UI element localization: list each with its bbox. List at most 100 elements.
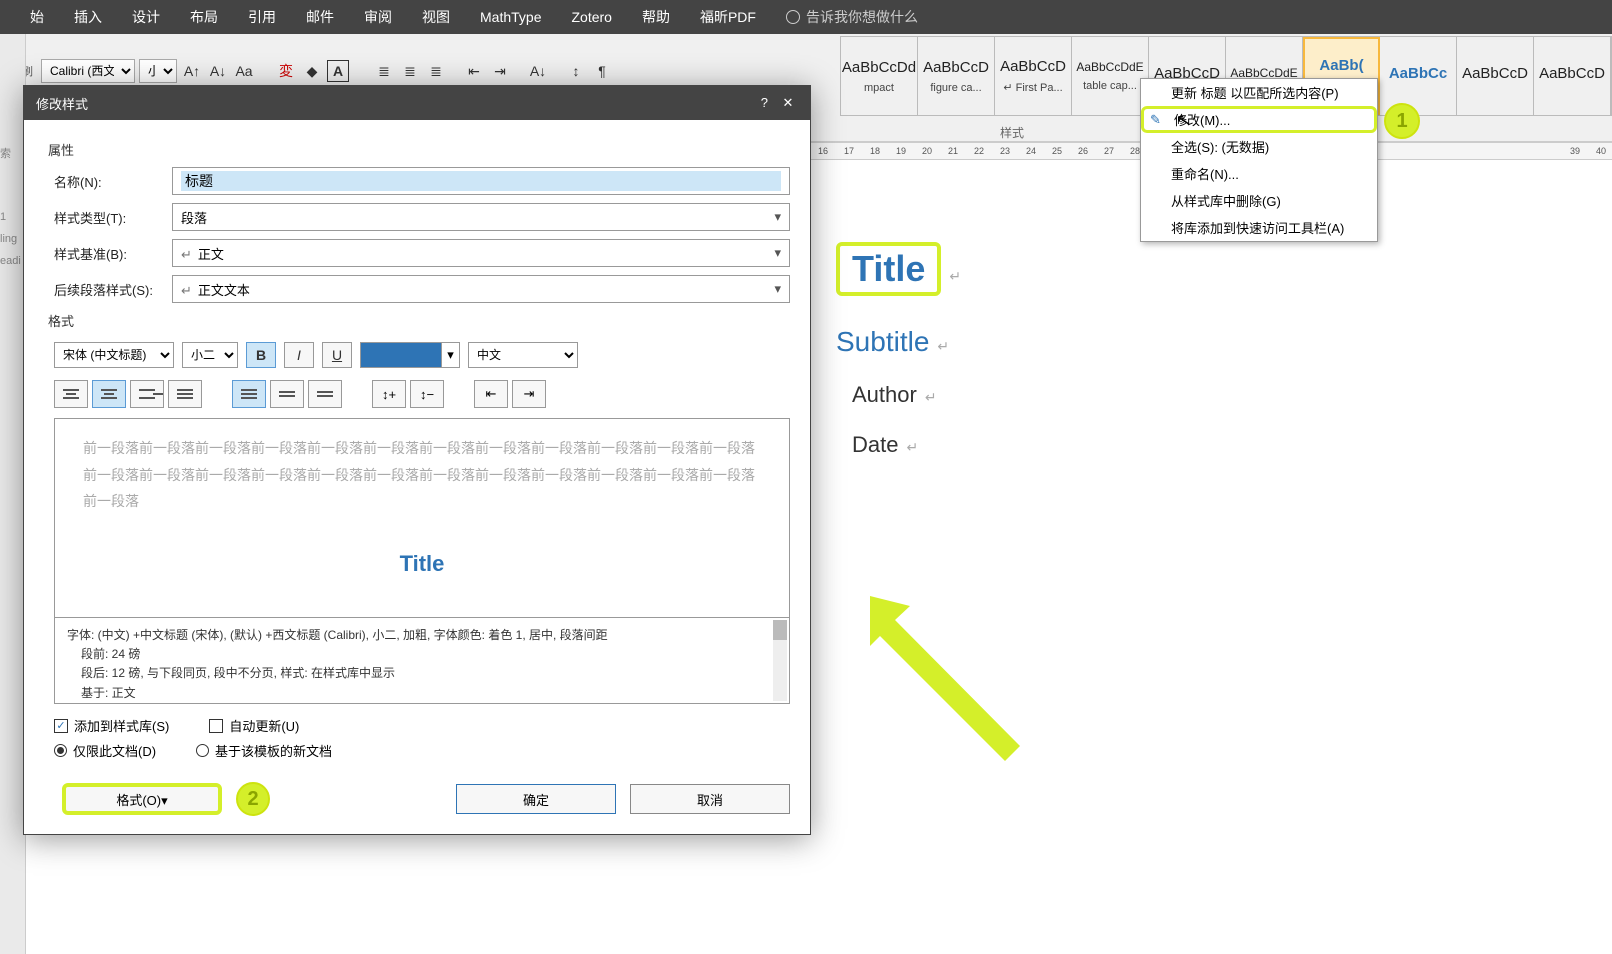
annotation-badge-2: 2: [236, 782, 270, 816]
preview-title-text: Title: [83, 543, 761, 585]
tab-zotero[interactable]: Zotero: [571, 9, 611, 25]
add-to-gallery-checkbox[interactable]: ✓添加到样式库(S): [54, 716, 169, 735]
italic-button[interactable]: I: [284, 342, 314, 368]
underline-button[interactable]: U: [322, 342, 352, 368]
chevron-down-icon: ▾: [441, 343, 459, 367]
dlg-font-name-select[interactable]: 宋体 (中文标题): [54, 342, 174, 368]
preview-prev-text: 前一段落前一段落前一段落前一段落前一段落前一段落前一段落前一段落前一段落前一段落…: [83, 435, 761, 515]
shrink-font-icon[interactable]: A↓: [207, 60, 229, 82]
style-item[interactable]: AaBbCcDfigure ca...: [918, 37, 995, 115]
only-this-doc-radio[interactable]: 仅限此文档(D): [54, 741, 156, 760]
tab-references[interactable]: 引用: [248, 7, 276, 27]
tab-start[interactable]: 始: [30, 7, 44, 27]
name-label: 名称(N):: [54, 172, 172, 191]
change-case-icon[interactable]: Aa: [233, 60, 255, 82]
multilevel-icon[interactable]: ≣: [425, 60, 447, 82]
name-field[interactable]: [172, 167, 790, 195]
style-type-select[interactable]: 段落▾: [172, 203, 790, 231]
tab-insert[interactable]: 插入: [74, 7, 102, 27]
props-section-label: 属性: [48, 140, 790, 159]
ctx-select-all[interactable]: 全选(S): (无数据): [1141, 133, 1377, 160]
numbering-icon[interactable]: ≣: [399, 60, 421, 82]
style-item[interactable]: AaBbCcD↵ First Pa...: [995, 37, 1072, 115]
indent-group: ⇤ ⇥: [474, 380, 546, 408]
ctx-rename[interactable]: 重命名(N)...: [1141, 160, 1377, 187]
document-area[interactable]: Title↵ Subtitle↵ Author↵ Date↵: [808, 162, 1612, 954]
bullets-icon[interactable]: ≣: [373, 60, 395, 82]
help-icon[interactable]: ?: [754, 95, 774, 110]
tab-review[interactable]: 审阅: [364, 7, 392, 27]
align-justify-button[interactable]: [168, 380, 202, 408]
format-dropdown-button[interactable]: 格式(O)▾: [62, 783, 222, 815]
font-size-select[interactable]: 小二: [139, 59, 177, 83]
align-right-button[interactable]: [130, 380, 164, 408]
style-item[interactable]: AaBbCcD: [1534, 37, 1611, 115]
spacing-1-button[interactable]: [232, 380, 266, 408]
grow-font-icon[interactable]: A↑: [181, 60, 203, 82]
ctx-add-to-qat[interactable]: 将库添加到快速访问工具栏(A): [1141, 214, 1377, 241]
format-toolbar: 宋体 (中文标题) 小二 B I U ▾ 中文: [54, 342, 790, 368]
style-context-menu: 更新 标题 以匹配所选内容(P) ✎ 修改(M)... 1 全选(S): (无数…: [1140, 78, 1378, 242]
doc-subtitle[interactable]: Subtitle↵: [836, 326, 1612, 358]
indent-dec-icon[interactable]: ⇤: [463, 60, 485, 82]
chevron-down-icon: ▾: [774, 245, 781, 261]
style-item[interactable]: AaBbCcD: [1457, 37, 1534, 115]
tab-mathtype[interactable]: MathType: [480, 9, 541, 25]
sort-icon[interactable]: A↓: [527, 60, 549, 82]
name-input[interactable]: [181, 171, 781, 191]
line-spacing-icon[interactable]: ↕: [565, 60, 587, 82]
style-preview-box: 前一段落前一段落前一段落前一段落前一段落前一段落前一段落前一段落前一段落前一段落…: [54, 418, 790, 618]
tell-me-label: 告诉我你想做什么: [806, 7, 918, 27]
show-marks-icon[interactable]: ¶: [591, 60, 613, 82]
close-icon[interactable]: ✕: [778, 95, 798, 111]
phonetic-guide-icon[interactable]: 変: [275, 60, 297, 82]
style-base-select[interactable]: ↵正文▾: [172, 239, 790, 267]
cancel-button[interactable]: 取消: [630, 784, 790, 814]
annotation-badge-1: 1: [1384, 103, 1420, 139]
dialog-titlebar[interactable]: 修改样式 ? ✕: [24, 86, 810, 120]
ok-button[interactable]: 确定: [456, 784, 616, 814]
style-item[interactable]: AaBbCcDdmpact: [841, 37, 918, 115]
dlg-font-size-select[interactable]: 小二: [182, 342, 238, 368]
para-spacing-group: ↕+ ↕−: [372, 380, 444, 408]
style-item[interactable]: AaBbCc: [1380, 37, 1457, 115]
clear-format-icon[interactable]: ◆: [301, 60, 323, 82]
tab-view[interactable]: 视图: [422, 7, 450, 27]
style-description-box: 字体: (中文) +中文标题 (宋体), (默认) +西文标题 (Calibri…: [54, 618, 790, 704]
tab-layout[interactable]: 布局: [190, 7, 218, 27]
para-space-inc-button[interactable]: ↕+: [372, 380, 406, 408]
ctx-remove-from-gallery[interactable]: 从样式库中删除(G): [1141, 187, 1377, 214]
font-color-picker[interactable]: ▾: [360, 342, 460, 368]
tab-help[interactable]: 帮助: [642, 7, 670, 27]
spacing-1.5-button[interactable]: [270, 380, 304, 408]
tab-mailings[interactable]: 邮件: [306, 7, 334, 27]
scrollbar[interactable]: [773, 620, 787, 701]
indent-inc-icon[interactable]: ⇥: [489, 60, 511, 82]
align-center-button[interactable]: [92, 380, 126, 408]
doc-title[interactable]: Title: [836, 242, 941, 296]
auto-update-checkbox[interactable]: 自动更新(U): [209, 716, 299, 735]
next-label: 后续段落样式(S):: [54, 280, 172, 299]
spacing-2-button[interactable]: [308, 380, 342, 408]
doc-author[interactable]: Author↵: [852, 382, 1612, 408]
dialog-title-text: 修改样式: [36, 94, 88, 113]
align-left-button[interactable]: [54, 380, 88, 408]
para-space-dec-button[interactable]: ↕−: [410, 380, 444, 408]
tab-foxit[interactable]: 福昕PDF: [700, 7, 756, 27]
ctx-update-style[interactable]: 更新 标题 以匹配所选内容(P): [1141, 79, 1377, 106]
dlg-lang-select[interactable]: 中文: [468, 342, 578, 368]
template-based-radio[interactable]: 基于该模板的新文档: [196, 741, 332, 760]
bold-button[interactable]: B: [246, 342, 276, 368]
tell-me-search[interactable]: 告诉我你想做什么: [786, 7, 918, 27]
font-name-select[interactable]: Calibri (西文: [41, 59, 135, 83]
char-border-icon[interactable]: A: [327, 60, 349, 82]
indent-inc-button[interactable]: ⇥: [512, 380, 546, 408]
style-item[interactable]: AaBbCcDdEtable cap...: [1072, 37, 1149, 115]
align-group: [54, 380, 202, 408]
doc-date[interactable]: Date↵: [852, 432, 1612, 458]
modify-icon: ✎: [1150, 112, 1161, 128]
indent-dec-button[interactable]: ⇤: [474, 380, 508, 408]
tab-design[interactable]: 设计: [132, 7, 160, 27]
next-style-select[interactable]: ↵正文文本▾: [172, 275, 790, 303]
font-group: 刷 Calibri (西文 小二 A↑ A↓ Aa 変 ◆ A ≣ ≣ ≣ ⇤ …: [22, 59, 613, 83]
